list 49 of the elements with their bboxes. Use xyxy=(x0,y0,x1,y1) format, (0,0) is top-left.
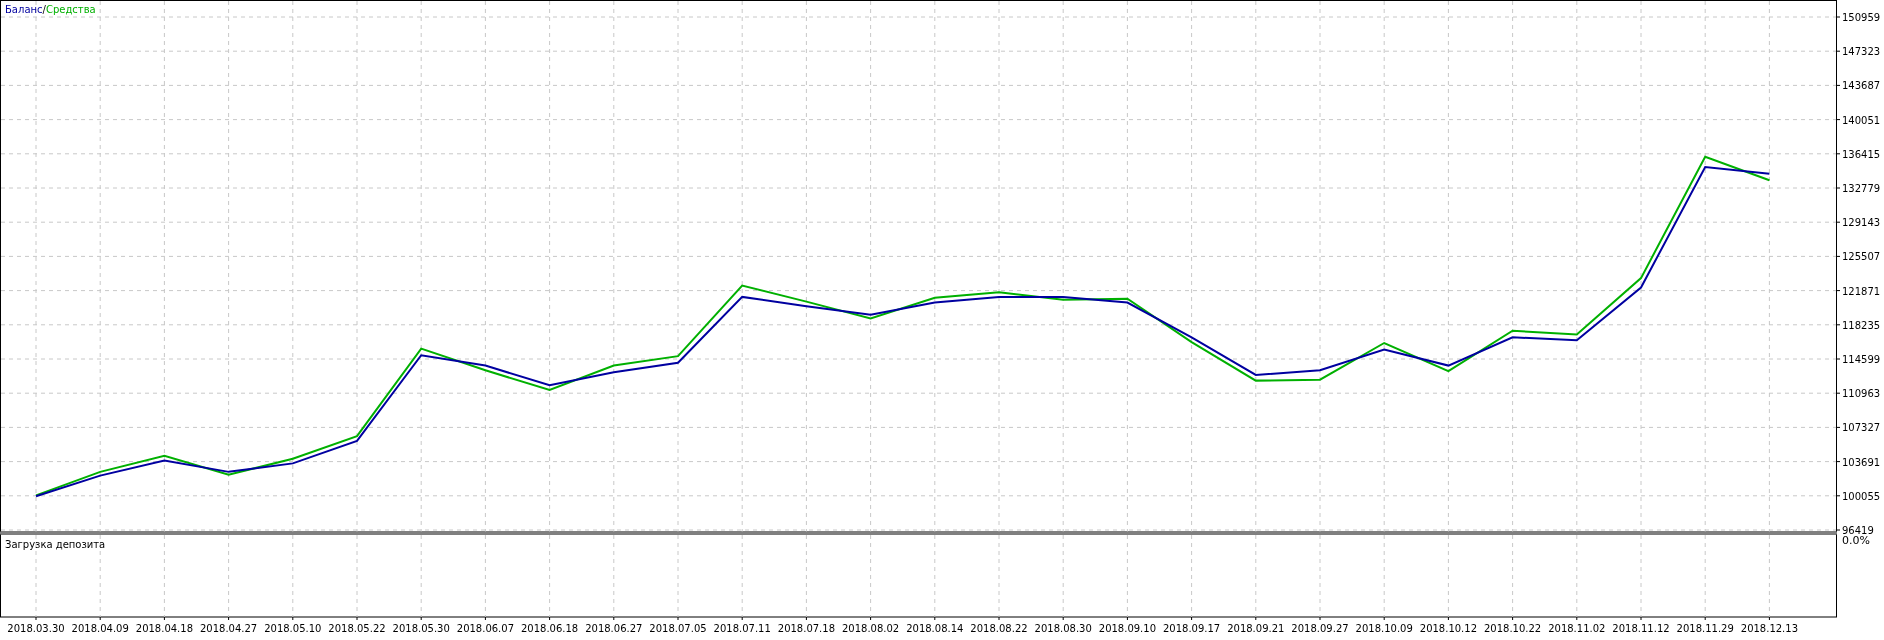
panel-title: Загрузка депозита xyxy=(5,539,106,550)
axis-label: 107327 xyxy=(1842,422,1881,434)
axis-label: 2018.06.27 xyxy=(585,623,643,634)
axis-label: 2018.07.18 xyxy=(777,623,836,634)
axis-label: 129143 xyxy=(1842,217,1881,229)
axis-label: 2018.11.29 xyxy=(1676,623,1734,634)
axis-label: 2018.11.12 xyxy=(1612,623,1670,634)
legend-label: Баланс xyxy=(5,4,43,15)
legend-label: Средства xyxy=(45,4,96,15)
axis-label: 2018.10.12 xyxy=(1419,623,1478,634)
axis-label: 136415 xyxy=(1842,148,1881,160)
axis-label: 110963 xyxy=(1842,388,1881,400)
axis-label: 2018.11.02 xyxy=(1548,623,1606,634)
axis-label: 100055 xyxy=(1842,490,1881,502)
axis-label: 2018.05.22 xyxy=(328,623,386,634)
axis-label: 2018.04.09 xyxy=(71,623,129,634)
legend-separator: / xyxy=(42,4,46,15)
axis-label: 2018.08.02 xyxy=(841,623,900,634)
axis-label: 2018.05.10 xyxy=(264,623,322,634)
axis-label: 125507 xyxy=(1842,251,1881,263)
axis-label: 2018.08.30 xyxy=(1034,623,1092,634)
axis-label: 2018.05.30 xyxy=(392,623,450,634)
axis-label: 2018.12.13 xyxy=(1740,623,1799,634)
axis-label: 2018.10.09 xyxy=(1355,623,1413,634)
axis-label: 2018.09.10 xyxy=(1098,623,1157,634)
axis-label: 150959 xyxy=(1842,12,1881,23)
axis-label: 132779 xyxy=(1842,183,1881,194)
axis-label: 2018.08.14 xyxy=(906,623,964,634)
axis-label: 2018.07.05 xyxy=(649,623,707,634)
axis-label: 2018.08.22 xyxy=(970,623,1028,634)
axis-label: 2018.09.17 xyxy=(1162,623,1221,634)
axis-label: 114599 xyxy=(1842,354,1881,365)
axis-label: 103691 xyxy=(1842,456,1881,468)
axis-label: 2018.09.21 xyxy=(1227,623,1285,634)
axis-label: 2018.06.18 xyxy=(520,623,579,634)
axis-label: 2018.09.27 xyxy=(1291,623,1349,634)
axis-label: 2018.06.07 xyxy=(456,623,515,634)
axis-label: 96419 xyxy=(1842,525,1874,536)
axis-label: 2018.03.30 xyxy=(7,623,65,634)
axis-label: 140051 xyxy=(1842,114,1881,126)
axis-label: 118235 xyxy=(1842,319,1881,331)
axis-label: 121871 xyxy=(1842,285,1881,297)
axis-label: 147323 xyxy=(1842,46,1881,58)
axis-label: 0.0% xyxy=(1842,534,1870,547)
axis-label: 2018.04.18 xyxy=(135,623,194,634)
axis-label: 143687 xyxy=(1842,80,1881,92)
axis-label: 2018.07.11 xyxy=(713,623,771,634)
axis-label: 2018.04.27 xyxy=(199,623,258,634)
axis-label: 2018.10.22 xyxy=(1483,623,1542,634)
